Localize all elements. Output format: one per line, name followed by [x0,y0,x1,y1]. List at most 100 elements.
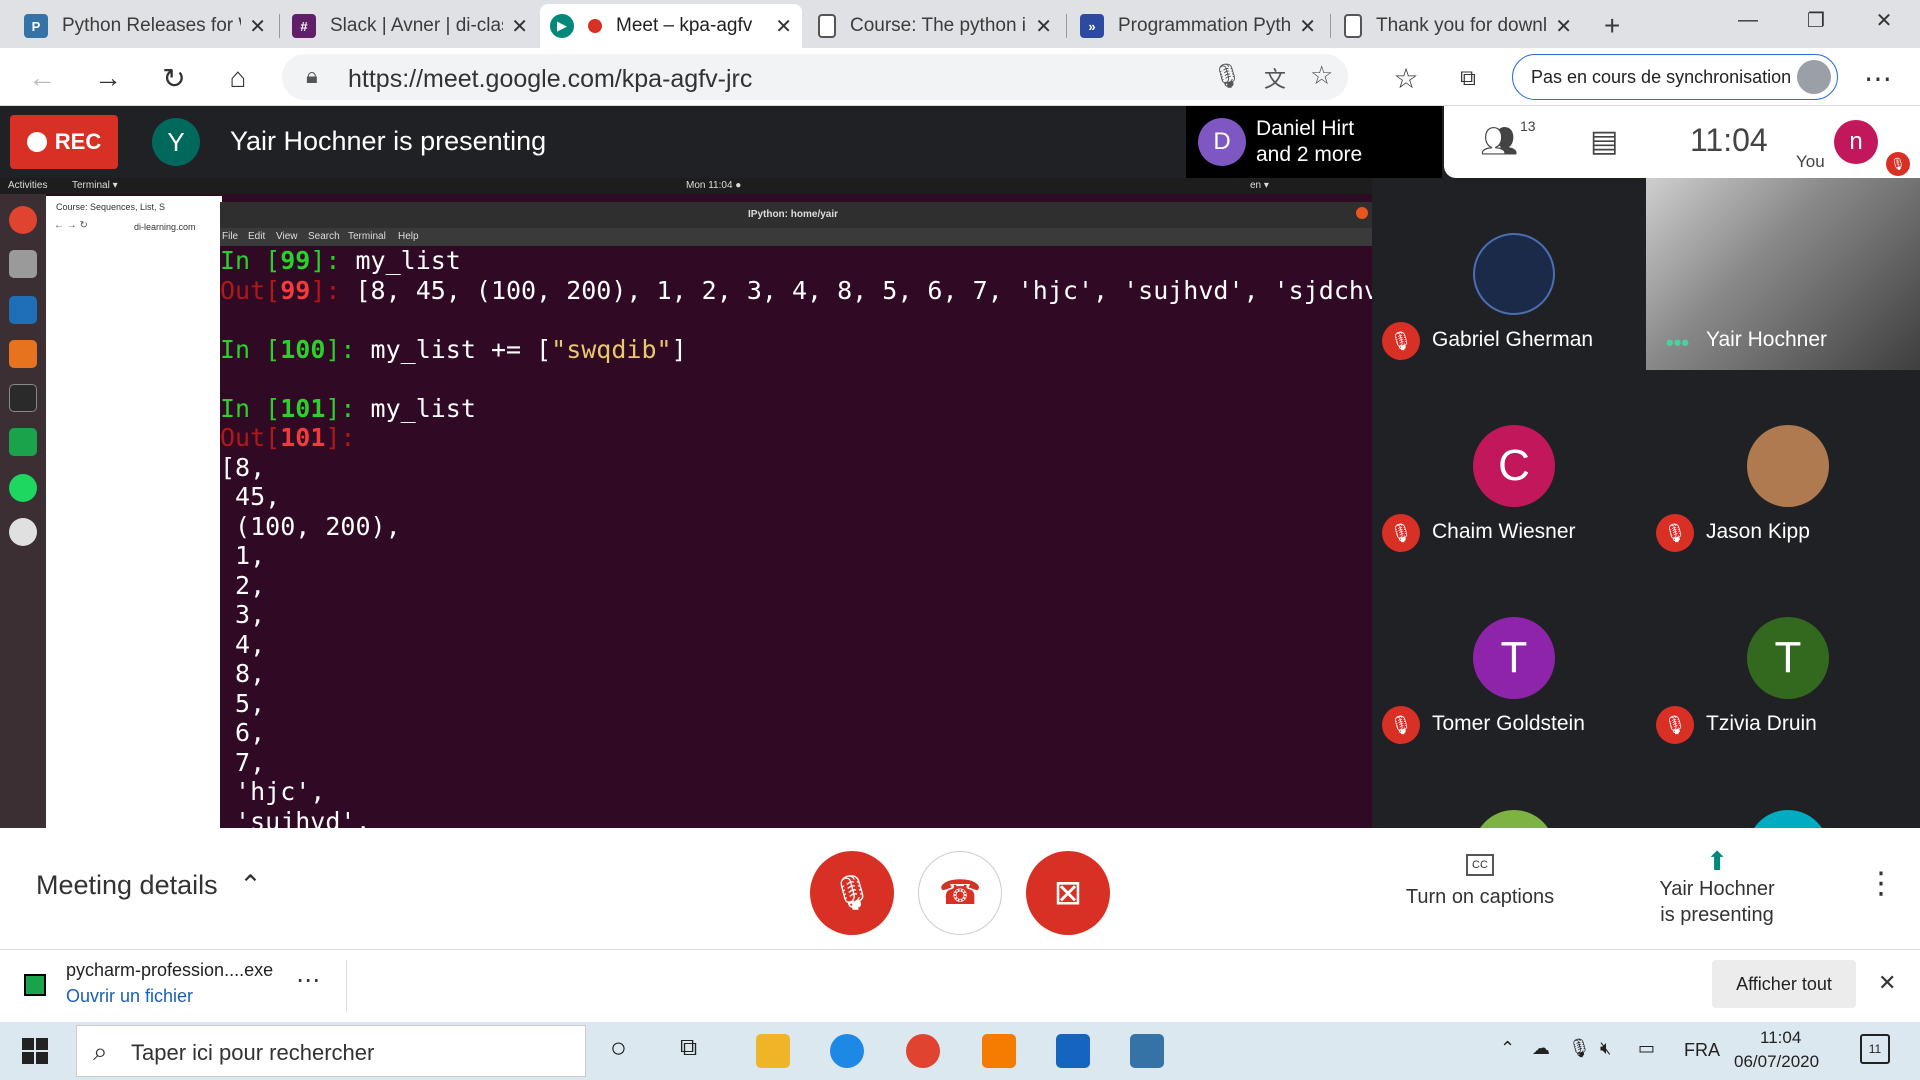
sync-status-button[interactable]: Pas en cours de synchronisation [1512,54,1838,100]
terminal-menu-help: Help [398,231,419,242]
more-options-icon[interactable]: ⋮ [1866,866,1896,901]
show-all-button[interactable]: Afficher tout [1712,960,1856,1008]
favorite-star-icon[interactable]: ☆ [1310,60,1333,91]
tab-thank-you[interactable]: Thank you for downl ✕ [1334,4,1582,48]
chrome-tab-title: Course: Sequences, List, S [56,202,166,212]
battery-icon[interactable]: ▭ [1638,1038,1655,1059]
close-download-bar-icon[interactable]: ✕ [1878,970,1896,996]
close-icon[interactable]: ✕ [249,14,266,39]
microphone-tray-icon[interactable]: 🎙︎ [1568,1038,1591,1059]
participant-name: Gabriel Gherman [1432,328,1594,351]
download-more-icon[interactable]: ⋯ [296,966,320,995]
terminal-title-bar: IPython: home/yair [220,202,1372,228]
address-bar[interactable]: 🔒︎ https://meet.google.com/kpa-agfv-jrc … [282,54,1348,100]
tab-slack[interactable]: # Slack | Avner | di-clas ✕ [282,4,538,48]
restore-icon[interactable]: ❐ [1788,0,1844,40]
volume-muted-icon[interactable]: 🔇︎ [1600,1038,1611,1059]
open-file-link[interactable]: Ouvrir un fichier [66,986,193,1007]
terminal-menu-bar: File Edit View Search Terminal Help [220,228,1372,246]
microphone-icon[interactable]: 🎙︎ [1212,62,1242,91]
tab-meet[interactable]: ▶ Meet – kpa-agfv ✕ [540,4,802,48]
forward-icon[interactable]: → [88,58,128,98]
pinned-participant[interactable]: D Daniel Hirt and 2 more [1186,106,1442,178]
chrome-icon [9,206,37,234]
file-explorer-icon[interactable] [756,1034,790,1068]
participant-tile[interactable]: T 🎙︎ Tomer Goldstein [1372,562,1646,754]
back-icon[interactable]: ← [22,58,62,98]
page-icon [818,14,836,38]
slack-icon: # [292,14,316,38]
new-tab-button[interactable]: + [1594,4,1638,48]
photos-icon[interactable] [1056,1034,1090,1068]
tab-title: Programmation Pyth [1118,15,1292,36]
search-placeholder: Taper ici pour rechercher [131,1040,375,1065]
close-icon[interactable]: ✕ [775,14,792,39]
chevron-up-icon[interactable]: ⌃ [1500,1038,1515,1059]
close-icon[interactable]: ✕ [1555,14,1572,39]
chat-icon[interactable]: ▤ [1590,124,1618,159]
translate-icon[interactable]: 文 [1264,62,1286,94]
window-close-icon[interactable]: ✕ [1856,0,1912,40]
task-view-icon[interactable]: ⧉ [680,1034,697,1062]
tray-time[interactable]: 11:04 [1760,1028,1801,1048]
terminal-menu-edit: Edit [248,231,266,242]
files-icon [9,250,37,278]
terminal-menu-file: File [222,231,239,242]
home-icon[interactable]: ⌂ [218,58,258,98]
slack-dock-icon [9,518,37,546]
sublime-icon[interactable] [982,1034,1016,1068]
software-icon [9,340,37,368]
python-taskbar-icon[interactable] [1130,1034,1164,1068]
edge-icon[interactable] [830,1034,864,1068]
chevron-up-icon: ⌃ [239,870,262,900]
keyboard-language[interactable]: FRA [1684,1040,1720,1061]
participant-count: 13 [1520,118,1536,134]
onedrive-icon[interactable]: ☁︎ [1532,1038,1550,1059]
site-icon: » [1080,14,1104,38]
tab-python-releases[interactable]: P Python Releases for W ✕ [14,4,276,48]
taskbar-search-input[interactable]: ⌕ Taper ici pour rechercher [76,1025,586,1077]
collections-icon[interactable]: ⧉ [1448,58,1488,98]
notifications-icon[interactable]: 11 [1860,1034,1890,1064]
participant-tile[interactable]: C 🎙︎ Chaim Wiesner [1372,370,1646,562]
participant-tile[interactable]: 🎙︎ Jason Kipp [1646,370,1920,562]
terminal-menu-view: View [276,231,298,242]
spotify-icon [9,474,37,502]
search-icon: ⌕ [93,1036,108,1066]
microphone-off-button[interactable]: 🎙︎ [810,851,894,935]
presenting-button[interactable]: ⬆︎ Yair Hochner is presenting [1640,848,1794,928]
captions-button[interactable]: CC Turn on captions [1400,854,1560,910]
avatar [1473,810,1555,828]
avatar: T [1473,617,1555,699]
muted-icon: 🎙︎ [1656,706,1694,744]
cortana-icon[interactable]: ○ [610,1032,627,1064]
close-icon[interactable]: ✕ [1299,14,1316,39]
more-menu-icon[interactable]: ⋯ [1858,58,1898,98]
lock-icon: 🔒︎ [306,63,318,88]
windows-start-icon[interactable] [22,1038,48,1064]
close-icon[interactable]: ✕ [511,14,528,39]
refresh-icon[interactable]: ↻ [154,58,194,98]
minimize-icon[interactable]: — [1720,0,1776,40]
download-filename[interactable]: pycharm-profession....exe [66,960,273,981]
people-icon[interactable]: 👥︎ [1480,124,1518,159]
windows-taskbar: ⌕ Taper ici pour rechercher ○ ⧉ ⌃ ☁︎ 🎙︎ … [0,1022,1920,1080]
participant-name: Chaim Wiesner [1432,520,1576,543]
camera-off-button[interactable]: ⊠ [1026,851,1110,935]
close-icon[interactable]: ✕ [1035,14,1052,39]
leave-call-button[interactable]: ☎︎ [918,851,1002,935]
tab-programmation[interactable]: » Programmation Pyth ✕ [1070,4,1326,48]
tray-date[interactable]: 06/07/2020 [1734,1052,1819,1072]
participant-tile[interactable]: 🎙︎ Gabriel Gherman [1372,178,1646,370]
participant-tile[interactable]: T 🎙︎ Tzivia Druin [1646,562,1920,754]
self-label: You [1796,152,1825,171]
pinned-more: and 2 more [1256,143,1363,166]
participant-tile-video[interactable]: ••• Yair Hochner [1646,178,1920,370]
recording-indicator[interactable]: REC [10,115,118,169]
chrome-taskbar-icon[interactable] [906,1034,940,1068]
meeting-details-button[interactable]: Meeting details ⌃ [36,870,262,901]
terminal-close-icon [1356,207,1368,219]
favorites-icon[interactable]: ☆ [1386,58,1426,98]
tab-course[interactable]: Course: The python i ✕ [808,4,1062,48]
writer-icon [9,296,37,324]
